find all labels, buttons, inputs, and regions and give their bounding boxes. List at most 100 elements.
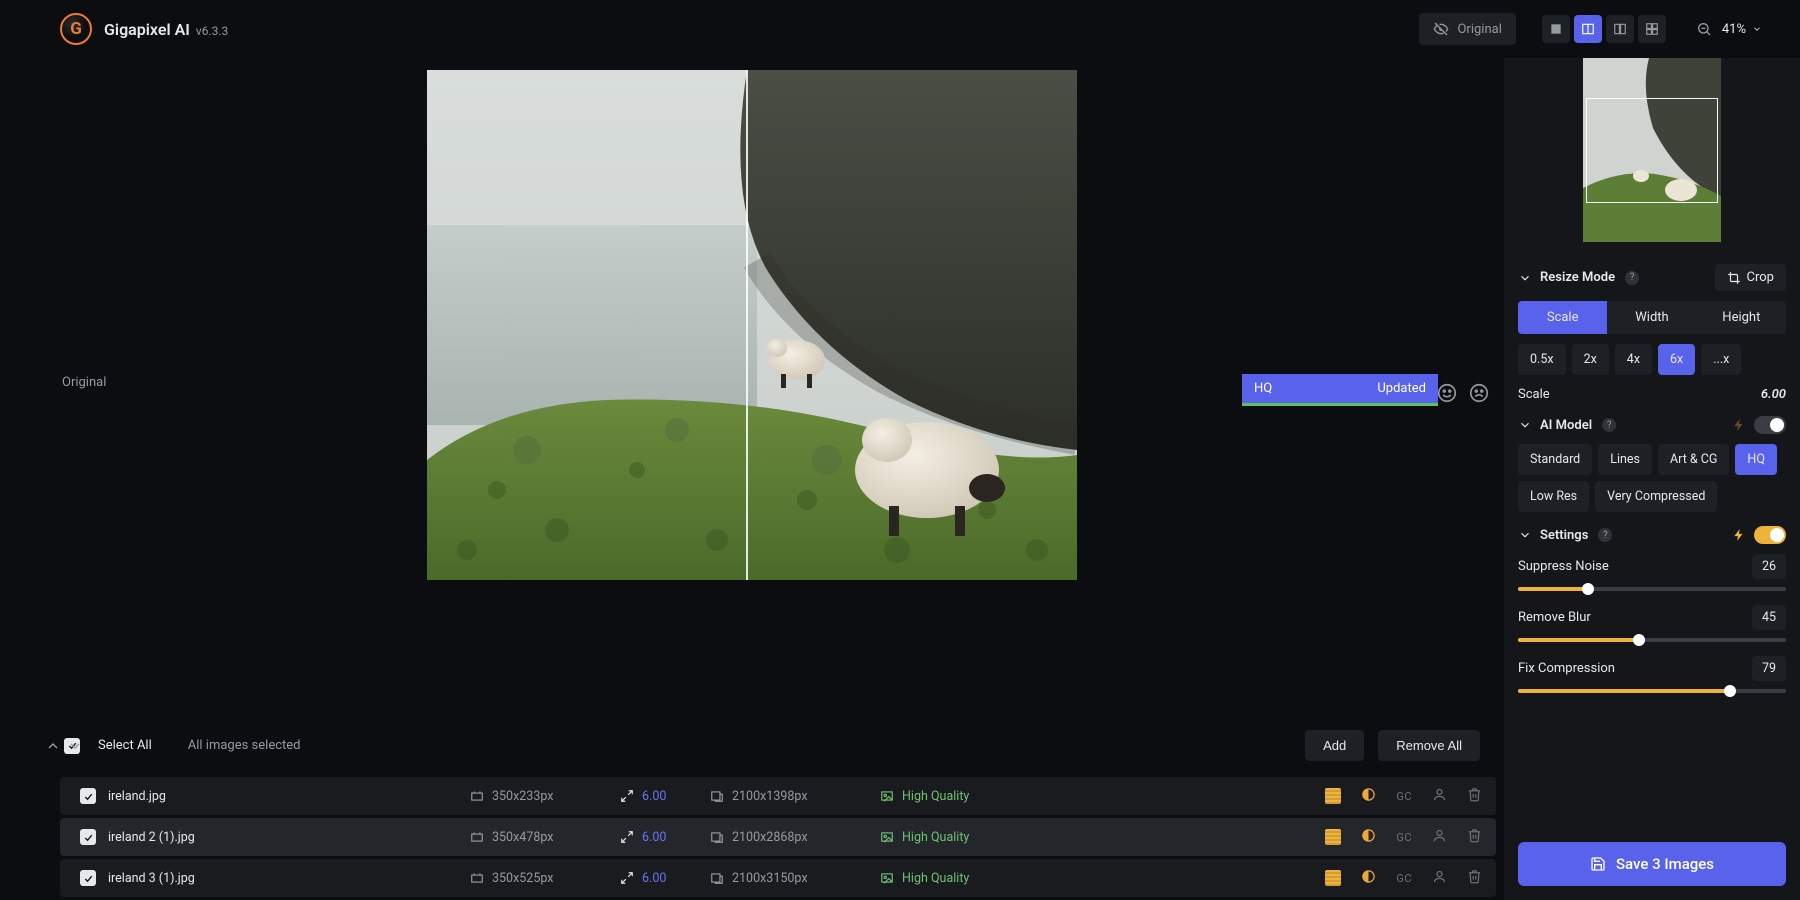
ai-model-title: AI Model [1540, 418, 1592, 433]
file-row[interactable]: ireland 3 (1).jpg350x525px6.002100x3150p… [60, 859, 1496, 897]
grid-icon [1645, 22, 1659, 36]
split-divider[interactable] [746, 70, 748, 580]
resize-mode-title: Resize Mode [1540, 270, 1615, 285]
frown-icon[interactable] [1468, 382, 1490, 404]
reorder-controls [45, 738, 83, 754]
view-split-button[interactable] [1574, 15, 1602, 43]
tab-height[interactable]: Height [1697, 301, 1786, 334]
model-chip[interactable]: Lines [1598, 444, 1652, 475]
app-version: v6.3.3 [196, 24, 228, 38]
chevron-down-icon[interactable] [67, 738, 83, 754]
chevron-up-icon[interactable] [45, 738, 61, 754]
face-recovery-icon[interactable] [1432, 828, 1447, 847]
fix-compression-slider[interactable]: Fix Compression 79 [1518, 656, 1786, 693]
resize-tabs: Scale Width Height [1518, 301, 1786, 334]
image-icon [880, 871, 894, 885]
scale-chip[interactable]: 2x [1572, 344, 1609, 375]
original-toggle[interactable]: Original [1419, 13, 1515, 45]
gc-badge: GC [1396, 790, 1412, 803]
trash-icon [1467, 787, 1482, 802]
scale-chip[interactable]: 4x [1615, 344, 1652, 375]
view-side-button[interactable] [1606, 15, 1634, 43]
chevron-down-icon [1518, 418, 1532, 432]
dimensions-icon [470, 830, 484, 844]
export-icon [710, 789, 724, 803]
file-row[interactable]: ireland 2 (1).jpg350x478px6.002100x2868p… [60, 818, 1496, 856]
file-name: ireland 3 (1).jpg [108, 871, 195, 886]
chevron-down-icon [1752, 24, 1762, 34]
settings-auto-toggle[interactable] [1754, 526, 1786, 544]
crop-icon [1727, 271, 1741, 285]
help-icon[interactable]: ? [1598, 528, 1612, 542]
help-icon[interactable]: ? [1625, 271, 1639, 285]
navigator-viewport[interactable] [1586, 98, 1718, 203]
select-all-label[interactable]: Select All [98, 738, 152, 753]
model-chip[interactable]: Low Res [1518, 481, 1589, 512]
original-label: Original [62, 375, 106, 390]
grain-icon[interactable] [1325, 870, 1341, 886]
check-icon [83, 873, 94, 884]
smile-icon[interactable] [1436, 382, 1458, 404]
grain-icon[interactable] [1325, 829, 1341, 845]
row-checkbox[interactable] [80, 788, 96, 804]
ai-model-header[interactable]: AI Model ? [1518, 416, 1786, 434]
preview-illustration [427, 70, 1077, 580]
contrast-icon [1361, 828, 1376, 843]
ai-mode: High Quality [902, 871, 969, 886]
input-dimensions: 350x233px [492, 789, 553, 804]
resize-mode-header[interactable]: Resize Mode ? Crop [1518, 264, 1786, 291]
scale-chip[interactable]: ...x [1701, 344, 1741, 375]
save-button-label: Save 3 Images [1616, 855, 1714, 873]
model-chip[interactable]: HQ [1735, 444, 1777, 475]
help-icon[interactable]: ? [1602, 418, 1616, 432]
preview-image[interactable] [427, 70, 1077, 580]
scale-factor: 6.00 [642, 789, 666, 804]
zoom-out-icon[interactable] [1696, 21, 1712, 37]
zoom-value: 41% [1722, 22, 1746, 37]
remove-all-button[interactable]: Remove All [1378, 730, 1480, 761]
row-checkbox[interactable] [80, 829, 96, 845]
navigator-thumbnail[interactable] [1583, 58, 1721, 242]
face-recovery-icon[interactable] [1432, 869, 1447, 888]
save-button[interactable]: Save 3 Images [1518, 842, 1786, 886]
tab-scale[interactable]: Scale [1518, 301, 1607, 334]
crop-button[interactable]: Crop [1715, 264, 1786, 291]
model-chip[interactable]: Very Compressed [1595, 481, 1717, 512]
color-icon[interactable] [1361, 787, 1376, 806]
row-checkbox[interactable] [80, 870, 96, 886]
delete-row-button[interactable] [1467, 828, 1482, 847]
preview-area[interactable]: Original HQ Updated [0, 58, 1504, 720]
model-chip[interactable]: Art & CG [1658, 444, 1729, 475]
zoom-level[interactable]: 41% [1722, 22, 1762, 37]
add-button[interactable]: Add [1305, 730, 1364, 761]
scale-factor: 6.00 [642, 830, 666, 845]
color-icon[interactable] [1361, 828, 1376, 847]
suppress-noise-slider[interactable]: Suppress Noise 26 [1518, 554, 1786, 591]
settings-header[interactable]: Settings ? [1518, 526, 1786, 544]
remove-blur-slider[interactable]: Remove Blur 45 [1518, 605, 1786, 642]
scale-chip[interactable]: 6x [1658, 344, 1695, 375]
color-icon[interactable] [1361, 869, 1376, 888]
bolt-icon [1732, 528, 1746, 542]
scale-chip[interactable]: 0.5x [1518, 344, 1566, 375]
delete-row-button[interactable] [1467, 869, 1482, 888]
model-chip[interactable]: Standard [1518, 444, 1592, 475]
tab-width[interactable]: Width [1607, 301, 1696, 334]
file-row[interactable]: ireland.jpg350x233px6.002100x1398pxHigh … [60, 777, 1496, 815]
export-icon [710, 871, 724, 885]
grain-icon[interactable] [1325, 788, 1341, 804]
ai-model-auto-toggle[interactable] [1754, 416, 1786, 434]
file-name: ireland.jpg [108, 789, 166, 804]
feedback-icons [1436, 382, 1490, 404]
delete-row-button[interactable] [1467, 787, 1482, 806]
settings-title: Settings [1540, 528, 1588, 543]
scale-value: 6.00 [1761, 387, 1786, 402]
view-grid-button[interactable] [1638, 15, 1666, 43]
chevron-down-icon [1518, 528, 1532, 542]
bolt-icon [1732, 418, 1746, 432]
badge-status: Updated [1377, 381, 1426, 396]
contrast-icon [1361, 869, 1376, 884]
view-single-button[interactable] [1542, 15, 1570, 43]
expand-icon [620, 789, 634, 803]
face-recovery-icon[interactable] [1432, 787, 1447, 806]
